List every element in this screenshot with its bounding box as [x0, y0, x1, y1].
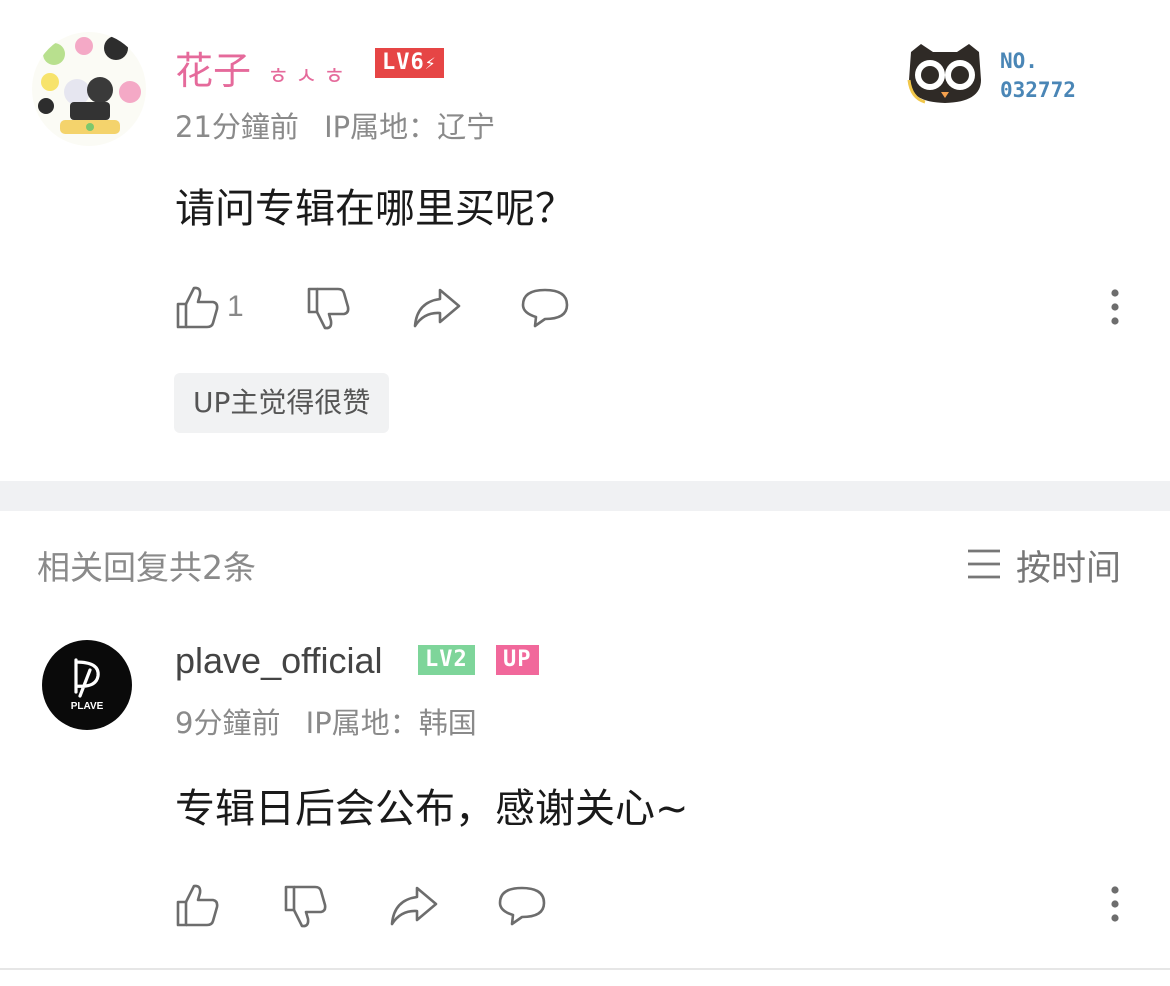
reply-level-badge: LV2	[418, 645, 475, 675]
like-button[interactable]: 1	[175, 284, 245, 332]
sort-icon	[968, 549, 1000, 579]
reply-dislike-button[interactable]	[283, 884, 329, 930]
author-suffix: ㅎㅅㅎ	[267, 62, 352, 90]
user-avatar[interactable]	[32, 32, 146, 146]
like-icon	[176, 884, 219, 927]
like-icon	[176, 286, 219, 329]
reply-avatar[interactable]: PLAVE	[42, 640, 132, 730]
fan-badge-label: NO.	[1000, 49, 1038, 73]
reply-time: 9分鐘前	[175, 706, 281, 740]
reply-reply-button[interactable]	[497, 884, 547, 928]
comment-time: 21分鐘前	[175, 110, 299, 144]
reply-meta: 9分鐘前 IP属地：韩国	[175, 700, 477, 742]
like-count: 1	[227, 290, 244, 323]
fan-badge[interactable]: NO. 032772	[905, 40, 1105, 106]
replies-count-title: 相关回复共2条	[37, 548, 256, 587]
comment-author[interactable]: 花子 ㅎㅅㅎ	[175, 40, 351, 95]
author-name[interactable]: 花子	[175, 49, 251, 93]
fan-badge-number: 032772	[1000, 78, 1076, 102]
dislike-icon	[307, 287, 350, 330]
more-icon	[1111, 289, 1119, 325]
more-button[interactable]	[1108, 288, 1122, 328]
level-badge: LV6⚡	[375, 48, 444, 78]
owl-icon	[907, 44, 981, 104]
reply-author[interactable]: plave_official	[175, 640, 382, 682]
up-badge: UP	[496, 645, 539, 675]
reply-icon	[498, 886, 546, 926]
bottom-divider	[0, 968, 1170, 970]
sort-label: 按时间	[1016, 549, 1122, 589]
share-button[interactable]	[412, 286, 462, 330]
reply-share-button[interactable]	[389, 884, 439, 928]
section-divider	[0, 481, 1170, 511]
share-icon	[390, 886, 438, 926]
dislike-button[interactable]	[306, 286, 352, 332]
reply-ip-location: IP属地：韩国	[305, 706, 477, 740]
up-liked-tag: UP主觉得很赞	[174, 373, 390, 433]
reply-button[interactable]	[520, 286, 570, 330]
comment-text: 请问专辑在哪里买呢？	[175, 186, 575, 232]
ip-location: IP属地：辽宁	[324, 110, 496, 144]
dislike-icon	[284, 885, 327, 928]
reply-icon	[521, 288, 569, 328]
avatar-label: PLAVE	[70, 701, 104, 712]
plave-logo-icon	[74, 658, 100, 698]
reply-text: 专辑日后会公布，感谢关心~	[175, 786, 689, 832]
share-icon	[413, 288, 461, 328]
more-icon	[1111, 886, 1119, 922]
comment-meta: 21分鐘前 IP属地：辽宁	[175, 104, 495, 146]
reply-like-button[interactable]	[175, 882, 221, 928]
reply-more-button[interactable]	[1108, 885, 1122, 925]
